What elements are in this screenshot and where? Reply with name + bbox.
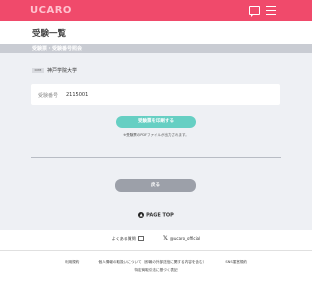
app-logo[interactable]: UCARO <box>30 5 72 16</box>
divider <box>31 157 281 158</box>
terms-link[interactable]: 利用規約 <box>65 260 79 264</box>
x-account-label: @ucaro_official <box>169 235 201 241</box>
exam-number-field: 受験番号 2115001 <box>31 84 280 105</box>
print-ticket-button[interactable]: 受験票を印刷する <box>116 116 196 128</box>
pdf-note: ※受験票のPDFファイルが出力されます。 <box>123 133 189 137</box>
app-header: UCARO <box>0 0 312 21</box>
exam-number-label: 受験番号 <box>38 93 59 99</box>
privacy-link[interactable]: 個人情報の取扱いについて（即報の外部送信に関する内容を含む） <box>99 260 207 264</box>
back-button[interactable]: 戻る <box>115 179 196 192</box>
content-panel <box>0 53 312 230</box>
university-name: 神戸学院大学 <box>47 68 78 74</box>
chat-icon[interactable] <box>249 6 260 17</box>
section-header: 受験票・受験番号照会 <box>0 44 312 53</box>
sns-link[interactable]: SNS運営規約 <box>225 260 247 264</box>
university-logo: KOBE <box>32 68 44 73</box>
faq-link[interactable]: よくある質問 <box>112 236 144 241</box>
page-top-link[interactable]: ▲ PAGE TOP <box>0 212 312 219</box>
x-logo-icon: 𝕏 <box>163 235 168 242</box>
commerce-link[interactable]: 特定商取引法に基づく表記 <box>134 268 177 272</box>
faq-label: よくある質問 <box>111 235 136 241</box>
x-account-link[interactable]: 𝕏 @ucaro_official <box>163 235 201 242</box>
page-top-label: PAGE TOP <box>146 212 174 219</box>
external-link-icon <box>137 236 144 241</box>
footer-links: 利用規約 個人情報の取扱いについて（即報の外部送信に関する内容を含む） SNS運… <box>0 260 312 265</box>
exam-number-value: 2115001 <box>66 92 89 98</box>
section-title: 受験票・受験番号照会 <box>32 46 83 52</box>
help-links: よくある質問 𝕏 @ucaro_official <box>0 235 312 242</box>
page-title: 受験一覧 <box>32 29 67 39</box>
menu-icon[interactable] <box>266 6 276 15</box>
university-row: KOBE 神戸学院大学 <box>32 67 77 74</box>
footer-divider <box>0 250 312 251</box>
footer-links-row2: 特定商取引法に基づく表記 <box>0 268 312 273</box>
arrow-up-icon: ▲ <box>138 212 145 218</box>
